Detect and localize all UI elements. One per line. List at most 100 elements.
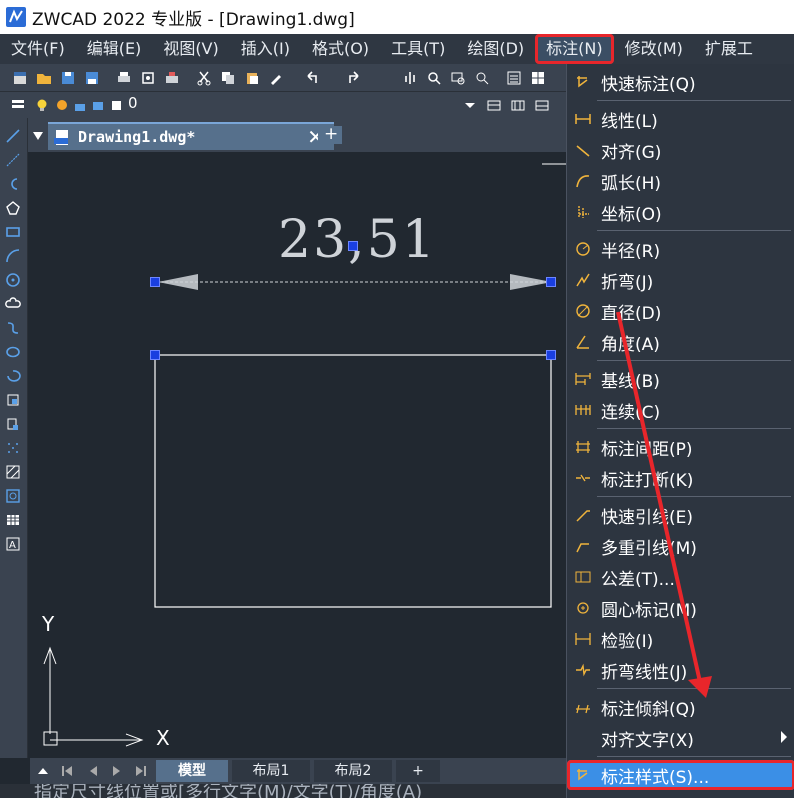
menu-ordinate[interactable]: 坐标(O): [567, 198, 794, 226]
save-as-icon[interactable]: [84, 70, 100, 86]
grip-dimension-text[interactable]: [348, 241, 358, 251]
menu-aligned[interactable]: 对齐(G): [567, 136, 794, 164]
menu-dim-break[interactable]: 标注打断(K): [567, 464, 794, 492]
menu-format[interactable]: 格式(O): [301, 34, 380, 64]
plot-icon[interactable]: [164, 70, 180, 86]
pan-icon[interactable]: [402, 70, 418, 86]
menu-center-mark[interactable]: 圆心标记(M): [567, 594, 794, 622]
circle-icon[interactable]: [5, 272, 21, 288]
menu-jogged-linear[interactable]: 折弯线性(J): [567, 656, 794, 684]
tab-list-dropdown-icon[interactable]: [32, 130, 44, 142]
menu-extend[interactable]: 扩展工: [694, 34, 764, 64]
new-file-icon[interactable]: [12, 70, 28, 86]
make-block-icon[interactable]: [5, 416, 21, 432]
table-icon[interactable]: [5, 512, 21, 528]
open-folder-icon[interactable]: [36, 70, 52, 86]
menu-insert[interactable]: 插入(I): [230, 34, 301, 64]
grip-dimension-left[interactable]: [150, 277, 160, 287]
layer-plot-icon[interactable]: [90, 97, 106, 113]
grip-dimension-right[interactable]: [546, 277, 556, 287]
ellipse-arc-icon[interactable]: [5, 368, 21, 384]
tab-drawing1[interactable]: Drawing1.dwg* ✕: [48, 122, 334, 150]
spline-icon[interactable]: [5, 320, 21, 336]
layer-state-icon[interactable]: [534, 97, 550, 113]
menu-edit[interactable]: 编辑(E): [76, 34, 153, 64]
menu-file[interactable]: 文件(F): [0, 34, 76, 64]
region-icon[interactable]: [5, 488, 21, 504]
first-tab-icon[interactable]: [60, 764, 74, 778]
menu-tolerance[interactable]: 公差(T)...: [567, 563, 794, 591]
make-current-layer-icon[interactable]: [486, 97, 502, 113]
menu-dimension[interactable]: 标注(N): [535, 34, 614, 64]
menu-dim-space[interactable]: 标注间距(P): [567, 433, 794, 461]
design-center-icon[interactable]: [530, 70, 546, 86]
save-icon[interactable]: [60, 70, 76, 86]
menu-modify[interactable]: 修改(M): [614, 34, 694, 64]
print-icon[interactable]: [116, 70, 132, 86]
menu-linear[interactable]: 线性(L): [567, 105, 794, 133]
menu-quick-leader[interactable]: 快速引线(E): [567, 501, 794, 529]
menu-oblique[interactable]: 标注倾斜(Q): [567, 693, 794, 721]
layer-manager-icon[interactable]: [10, 97, 26, 113]
new-tab-button[interactable]: +: [318, 124, 342, 144]
copy-icon[interactable]: [220, 70, 236, 86]
menu-dim-style[interactable]: 标注样式(S)...: [567, 760, 794, 790]
menu-radius[interactable]: 半径(R): [567, 235, 794, 263]
undo-icon[interactable]: [304, 70, 320, 86]
menu-continue[interactable]: 连续(C): [567, 396, 794, 424]
construction-line-icon[interactable]: [5, 152, 21, 168]
print-preview-icon[interactable]: [140, 70, 156, 86]
layer-color-icon[interactable]: [108, 97, 124, 113]
match-properties-icon[interactable]: [268, 70, 284, 86]
dimension-text[interactable]: 23,51: [278, 210, 437, 270]
tab-layout1[interactable]: 布局1: [232, 760, 310, 782]
paste-icon[interactable]: [244, 70, 260, 86]
polyline-icon[interactable]: [5, 176, 21, 192]
layer-lock-icon[interactable]: [72, 97, 88, 113]
next-tab-icon[interactable]: [110, 764, 124, 778]
command-line[interactable]: 指定尺寸线位置或[多行文字(M)/文字(T)/角度(A): [0, 784, 566, 798]
scroll-up-icon[interactable]: [36, 764, 50, 778]
rectangle-icon[interactable]: [5, 224, 21, 240]
hatch-icon[interactable]: [5, 464, 21, 480]
insert-block-icon[interactable]: [5, 392, 21, 408]
last-tab-icon[interactable]: [134, 764, 148, 778]
ellipse-icon[interactable]: [5, 344, 21, 360]
zoom-realtime-icon[interactable]: [426, 70, 442, 86]
revision-cloud-icon[interactable]: [5, 296, 21, 312]
polygon-icon[interactable]: [5, 200, 21, 216]
layer-dropdown-icon[interactable]: [462, 97, 478, 113]
layer-name[interactable]: 0: [128, 94, 138, 112]
rectangle-object[interactable]: [154, 354, 552, 608]
line-icon[interactable]: [5, 128, 21, 144]
menu-baseline[interactable]: 基线(B): [567, 365, 794, 393]
arc-icon[interactable]: [5, 248, 21, 264]
tab-layout2[interactable]: 布局2: [314, 760, 392, 782]
menu-inspection[interactable]: 检验(I): [567, 625, 794, 653]
menu-draw[interactable]: 绘图(D): [456, 34, 535, 64]
grip-rect-right[interactable]: [546, 350, 556, 360]
layer-previous-icon[interactable]: [510, 97, 526, 113]
menu-view[interactable]: 视图(V): [152, 34, 229, 64]
zoom-previous-icon[interactable]: [474, 70, 490, 86]
layer-on-icon[interactable]: [34, 97, 50, 113]
menu-arc-length[interactable]: 弧长(H): [567, 167, 794, 195]
menu-quick-dimension[interactable]: 快速标注(Q): [567, 68, 794, 96]
add-layout-button[interactable]: +: [396, 760, 440, 782]
menu-tools[interactable]: 工具(T): [380, 34, 456, 64]
layer-freeze-icon[interactable]: [54, 97, 70, 113]
multiline-text-icon[interactable]: A: [5, 536, 21, 552]
tab-model[interactable]: 模型: [156, 760, 228, 782]
menu-multileader[interactable]: 多重引线(M): [567, 532, 794, 560]
zoom-window-icon[interactable]: [450, 70, 466, 86]
menu-angular[interactable]: 角度(A): [567, 328, 794, 356]
drawing-canvas[interactable]: 23,51 Y X: [30, 152, 566, 758]
properties-icon[interactable]: [506, 70, 522, 86]
cut-icon[interactable]: [196, 70, 212, 86]
menu-align-text[interactable]: 对齐文字(X): [567, 724, 794, 752]
redo-icon[interactable]: [346, 70, 362, 86]
menu-jogged[interactable]: 折弯(J): [567, 266, 794, 294]
prev-tab-icon[interactable]: [86, 764, 100, 778]
menu-diameter[interactable]: 直径(D): [567, 297, 794, 325]
point-icon[interactable]: [5, 440, 21, 456]
